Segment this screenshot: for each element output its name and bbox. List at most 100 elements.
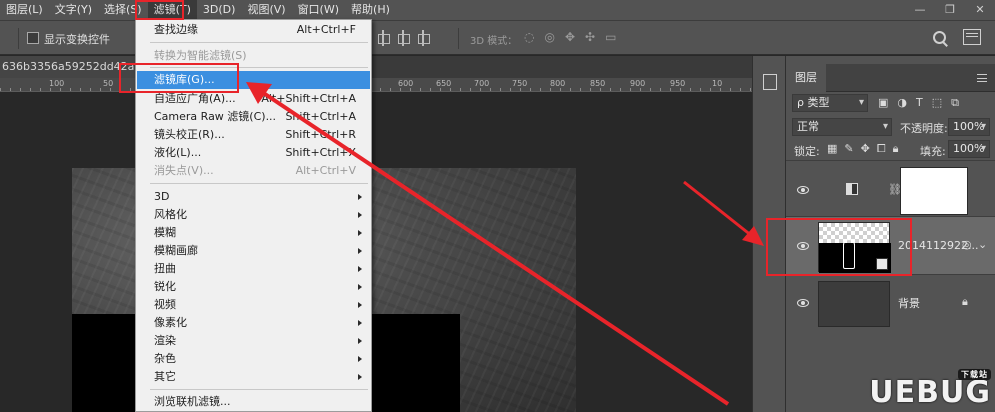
visibility-eye-icon[interactable] [797, 299, 809, 307]
ruler-tick: 950 [670, 79, 686, 88]
menu-separator [150, 389, 368, 390]
menu-shortcut: Alt+Ctrl+V [295, 164, 356, 177]
layer-row[interactable]: ⛓ [786, 160, 995, 218]
restore-icon[interactable]: ❐ [935, 0, 965, 20]
history-icon[interactable] [763, 74, 777, 90]
lock-transparent-icon[interactable]: ▦ [827, 142, 837, 156]
adjustment-filter-icon[interactable]: ◑ [897, 96, 907, 110]
menu-shortcut: Alt+Ctrl+F [296, 23, 356, 36]
menu-item-video[interactable]: 视频 [137, 296, 370, 314]
site-watermark-logo: UEBUG 下载站 [869, 369, 991, 410]
panel-menu-icon[interactable] [977, 74, 987, 82]
ruler-tick: 50 [103, 79, 114, 88]
menu-item-label: 模糊画廊 [154, 244, 198, 257]
menu-item-label: 3D [154, 190, 170, 203]
shape-filter-icon[interactable]: ⬚ [932, 96, 942, 110]
adjustment-layer-icon [846, 183, 858, 195]
smart-object-filter-icon[interactable]: ⧉ [951, 96, 959, 110]
ruler-tick: 700 [474, 79, 490, 88]
show-transform-checkbox[interactable] [27, 32, 39, 44]
menu-window[interactable]: 窗口(W) [292, 0, 345, 20]
smart-filter-icon[interactable]: ◎ [962, 238, 972, 251]
menu-separator [150, 183, 368, 184]
submenu-arrow-icon [358, 212, 362, 218]
lock-paint-icon[interactable]: ✎ [844, 142, 853, 156]
watermark-badge: 下载站 [958, 369, 991, 380]
menu-item-blur-gallery[interactable]: 模糊画廊 [137, 242, 370, 260]
layer-row[interactable]: 背景 🔒︎ [786, 274, 995, 332]
lock-artboard-icon[interactable]: ⧠ [877, 142, 886, 156]
menu-layer[interactable]: 图层(L) [0, 0, 49, 20]
lock-all-icon[interactable]: 🔒︎ [893, 142, 899, 156]
annotation-box-filter-menu [135, 0, 184, 20]
menu-shortcut: Shift+Ctrl+A [285, 110, 356, 123]
menu-item-liquify[interactable]: 液化(L)... Shift+Ctrl+X [137, 144, 370, 162]
menu-item-label: 液化(L)... [154, 146, 202, 159]
menu-3d[interactable]: 3D(D) [197, 0, 242, 20]
ruler-tick: 650 [436, 79, 452, 88]
menu-item-label: 自适应广角(A)... [154, 92, 236, 105]
orbit-icon[interactable]: ◌ [524, 30, 534, 44]
menu-item-sharpen[interactable]: 锐化 [137, 278, 370, 296]
menu-item-label: 风格化 [154, 208, 187, 221]
menu-view[interactable]: 视图(V) [241, 0, 291, 20]
menu-item-vanishing-point[interactable]: 消失点(V)... Alt+Ctrl+V [137, 162, 370, 180]
workspace-icon[interactable] [963, 29, 981, 45]
pixel-filter-icon[interactable]: ▣ [878, 96, 888, 110]
search-icon[interactable] [931, 29, 949, 47]
menu-help[interactable]: 帮助(H) [345, 0, 396, 20]
minimize-icon[interactable]: — [905, 0, 935, 20]
layer-mask-thumbnail[interactable] [900, 167, 968, 215]
opacity-field[interactable]: 100% [948, 118, 990, 136]
ruler-tick: 850 [590, 79, 606, 88]
submenu-arrow-icon [358, 194, 362, 200]
menu-item-find-edges[interactable]: 查找边缘 Alt+Ctrl+F [137, 21, 370, 39]
menu-item-label: 视频 [154, 298, 176, 311]
menu-item-stylize[interactable]: 风格化 [137, 206, 370, 224]
tab-layers[interactable]: 图层 [786, 64, 826, 92]
menu-item-distort[interactable]: 扭曲 [137, 260, 370, 278]
menu-item-lens-correction[interactable]: 镜头校正(R)... Shift+Ctrl+R [137, 126, 370, 144]
menu-item-camera-raw[interactable]: Camera Raw 滤镜(C)... Shift+Ctrl+A [137, 108, 370, 126]
lock-icon: 🔒︎ [962, 295, 968, 308]
align-left-icon[interactable] [377, 30, 390, 46]
menu-item-browse-online-filters[interactable]: 浏览联机滤镜... [137, 393, 370, 411]
menu-item-blur[interactable]: 模糊 [137, 224, 370, 242]
menu-item-3d[interactable]: 3D [137, 188, 370, 206]
ruler-tick: 100 [49, 79, 65, 88]
layers-panel-tabs: 图层 [786, 64, 995, 92]
layer-thumbnail[interactable] [818, 281, 890, 327]
ruler-tick: 800 [550, 79, 566, 88]
camera-icon[interactable]: ▭ [605, 30, 616, 44]
submenu-arrow-icon [358, 338, 362, 344]
align-center-icon[interactable] [397, 30, 410, 46]
type-filter-icon[interactable]: T [916, 96, 923, 110]
menu-item-noise[interactable]: 杂色 [137, 350, 370, 368]
menu-type[interactable]: 文字(Y) [49, 0, 98, 20]
close-icon[interactable]: ✕ [965, 0, 995, 20]
roll-icon[interactable]: ◎ [544, 30, 554, 44]
lock-position-icon[interactable]: ✥ [861, 142, 870, 156]
layer-kind-filter[interactable]: ρ 类型 [792, 94, 868, 112]
menu-item-label: 消失点(V)... [154, 164, 214, 177]
fill-field[interactable]: 100% [948, 140, 990, 158]
submenu-arrow-icon [358, 320, 362, 326]
slide-icon[interactable]: ✣ [585, 30, 595, 44]
submenu-arrow-icon [358, 248, 362, 254]
menu-shortcut: Shift+Ctrl+R [285, 128, 356, 141]
menu-item-label: 杂色 [154, 352, 176, 365]
menu-item-label: Camera Raw 滤镜(C)... [154, 110, 277, 123]
ruler-tick: 900 [630, 79, 646, 88]
menu-item-label: 其它 [154, 370, 176, 383]
menu-item-pixelate[interactable]: 像素化 [137, 314, 370, 332]
chevron-down-icon[interactable]: ⌄ [978, 238, 987, 251]
pan-icon[interactable]: ✥ [565, 30, 575, 44]
align-right-icon[interactable] [417, 30, 430, 46]
opacity-label: 不透明度: [900, 122, 948, 135]
annotation-box-layer [766, 218, 912, 276]
menu-item-render[interactable]: 渲染 [137, 332, 370, 350]
blend-mode-select[interactable]: 正常 [792, 118, 892, 136]
align-controls [377, 30, 430, 46]
visibility-eye-icon[interactable] [797, 186, 809, 194]
menu-item-other[interactable]: 其它 [137, 368, 370, 386]
